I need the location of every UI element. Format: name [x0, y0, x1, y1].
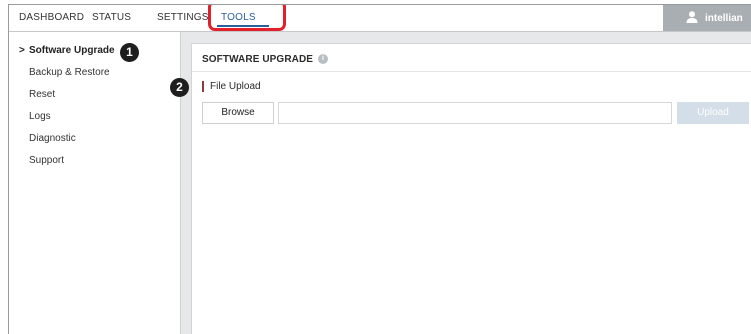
sidebar: > Software Upgrade Backup & Restore Rese… [9, 32, 181, 334]
section-marker [202, 81, 204, 92]
main-content: SOFTWARE UPGRADE i File Upload Browse Up… [181, 32, 751, 334]
file-upload-heading: File Upload [210, 81, 261, 92]
user-menu[interactable]: intellian [663, 5, 751, 31]
nav-settings[interactable]: SETTINGS [157, 12, 209, 23]
info-icon[interactable]: i [318, 54, 328, 64]
callout-badge-2: 2 [170, 78, 189, 97]
divider [192, 71, 751, 72]
sidebar-item-logs[interactable]: Logs [29, 111, 51, 122]
sidebar-item-software-upgrade[interactable]: Software Upgrade [29, 45, 115, 56]
callout-badge-1: 1 [120, 43, 139, 62]
top-nav-bar: DASHBOARD STATUS SETTINGS TOOLS intellia… [9, 5, 751, 32]
upload-button[interactable]: Upload [677, 102, 749, 124]
file-path-field[interactable] [278, 102, 672, 124]
sidebar-item-reset[interactable]: Reset [29, 89, 55, 100]
active-tab-indicator [217, 25, 269, 27]
user-name: intellian [705, 13, 743, 24]
sidebar-item-backup-restore[interactable]: Backup & Restore [29, 67, 110, 78]
nav-status[interactable]: STATUS [92, 12, 131, 23]
active-chevron-icon: > [19, 45, 25, 56]
nav-dashboard[interactable]: DASHBOARD [19, 12, 84, 23]
software-upgrade-panel: SOFTWARE UPGRADE i File Upload Browse Up… [191, 43, 751, 334]
sidebar-item-support[interactable]: Support [29, 155, 64, 166]
browse-button[interactable]: Browse [202, 102, 274, 124]
user-icon [686, 11, 698, 23]
panel-title: SOFTWARE UPGRADE [202, 54, 314, 65]
sidebar-item-diagnostic[interactable]: Diagnostic [29, 133, 76, 144]
nav-tools[interactable]: TOOLS [221, 12, 256, 23]
